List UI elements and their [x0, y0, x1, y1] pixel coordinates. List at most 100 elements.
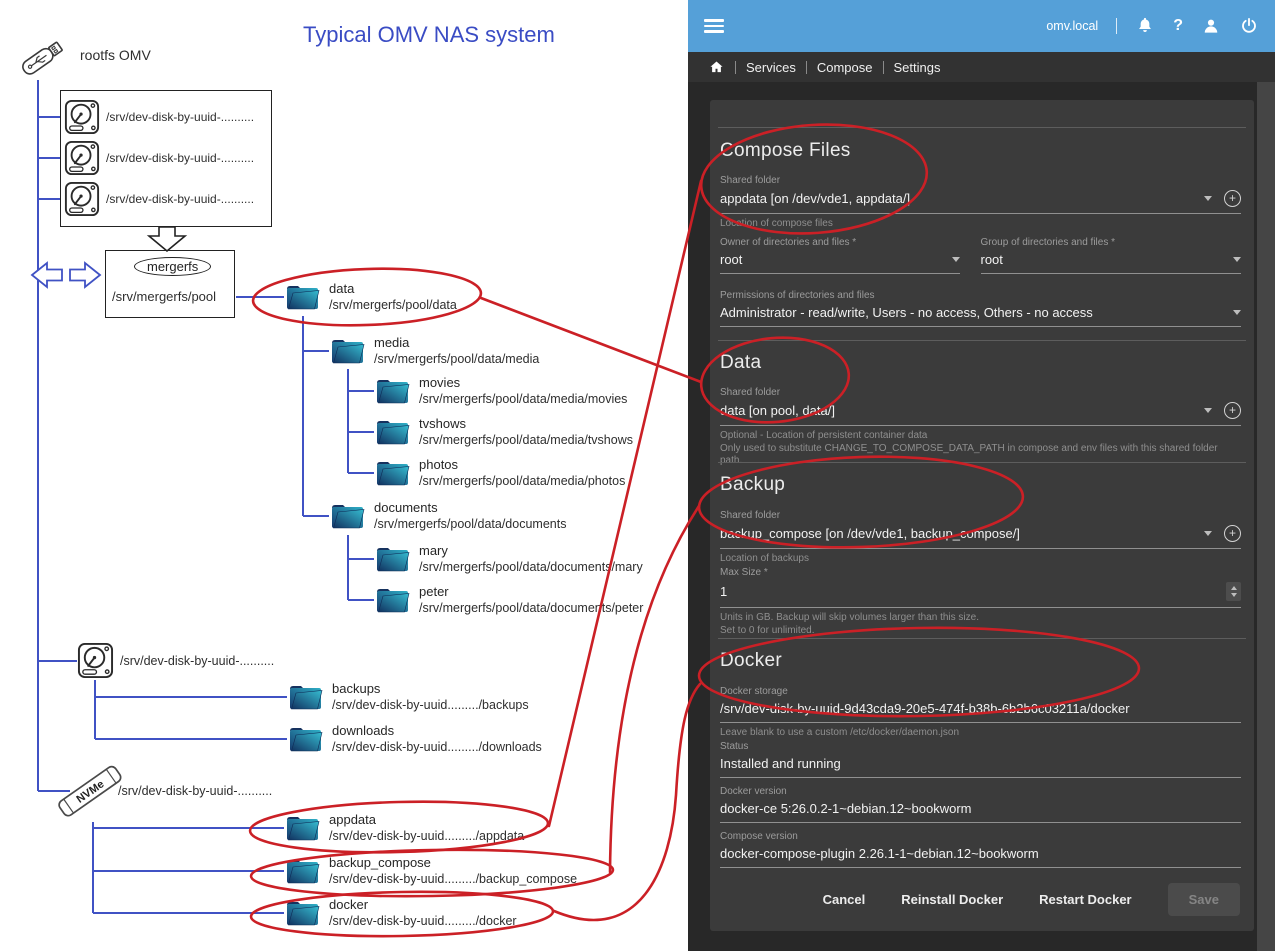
folder-icon — [285, 813, 321, 843]
scrollbar[interactable] — [1257, 82, 1275, 951]
folder-icon — [285, 898, 321, 928]
breadcrumb-services[interactable]: Services — [746, 60, 796, 75]
disk-path: /srv/dev-disk-by-uuid-.......... — [120, 654, 274, 668]
breadcrumb-separator — [806, 61, 807, 74]
field-value: 1 — [720, 584, 1216, 599]
hdd-icon — [64, 99, 100, 135]
stepper-up-icon[interactable] — [1231, 586, 1237, 590]
cancel-button[interactable]: Cancel — [823, 892, 866, 907]
hdd-icon — [77, 642, 114, 679]
field-value: data [on pool, data/] — [720, 403, 1194, 418]
disk-path: /srv/dev-disk-by-uuid-.......... — [106, 151, 254, 165]
folder-icon — [288, 682, 324, 712]
breadcrumb: Services Compose Settings — [688, 52, 1275, 82]
section-docker: Docker Docker storage /srv/dev-disk-by-u… — [720, 650, 1241, 868]
field-value: backup_compose [on /dev/vde1, backup_com… — [720, 526, 1194, 541]
chevron-down-icon — [952, 257, 960, 262]
folder-row-movies: movies /srv/mergerfs/pool/data/media/mov… — [375, 375, 627, 407]
folder-row-docker: docker /srv/dev-disk-by-uuid........./do… — [285, 897, 517, 929]
chevron-down-icon — [1233, 257, 1241, 262]
folder-row-peter: peter /srv/mergerfs/pool/data/documents/… — [375, 584, 643, 616]
restart-docker-button[interactable]: Restart Docker — [1039, 892, 1132, 907]
save-button[interactable]: Save — [1168, 883, 1240, 916]
shared-folder-select[interactable]: appdata [on /dev/vde1, appdata/] + — [720, 187, 1241, 214]
field-label: Shared folder — [720, 175, 1241, 187]
folder-row-appdata: appdata /srv/dev-disk-by-uuid........./a… — [285, 812, 524, 844]
owner-select[interactable]: root — [720, 249, 960, 274]
divider — [718, 127, 1246, 128]
breadcrumb-separator — [883, 61, 884, 74]
user-icon[interactable] — [1201, 16, 1221, 36]
field-value: docker-ce 5:26.0.2-1~debian.12~bookworm — [720, 801, 1241, 816]
rootfs-label: rootfs OMV — [80, 47, 151, 63]
field-value: appdata [on /dev/vde1, appdata/] — [720, 191, 1194, 206]
footer-actions: Cancel Reinstall Docker Restart Docker S… — [823, 883, 1240, 916]
section-data: Data Shared folder data [on pool, data/]… — [720, 352, 1241, 467]
folder-row-downloads: downloads /srv/dev-disk-by-uuid.........… — [288, 723, 542, 755]
folder-row-media: media /srv/mergerfs/pool/data/media — [330, 335, 539, 367]
disk-path: /srv/dev-disk-by-uuid-.......... — [106, 110, 254, 124]
field-label: Group of directories and files * — [981, 237, 1242, 249]
folder-icon — [285, 282, 321, 312]
field-label: Shared folder — [720, 510, 1241, 522]
section-compose-files: Compose Files Shared folder appdata [on … — [720, 140, 1241, 327]
arrows-left-right-icon — [30, 258, 102, 292]
omv-webui-panel: omv.local ? Services Compose — [688, 0, 1275, 951]
breadcrumb-settings[interactable]: Settings — [894, 60, 941, 75]
stepper-down-icon[interactable] — [1231, 593, 1237, 597]
backup-shared-folder-select[interactable]: backup_compose [on /dev/vde1, backup_com… — [720, 522, 1241, 549]
folder-row-photos: photos /srv/mergerfs/pool/data/media/pho… — [375, 457, 625, 489]
hdd-icon — [64, 140, 100, 176]
divider — [718, 638, 1246, 639]
field-label: Compose version — [720, 831, 1241, 843]
docker-status: Installed and running — [720, 753, 1241, 778]
max-size-input[interactable]: 1 — [720, 579, 1241, 608]
field-label: Max Size * — [720, 567, 1241, 579]
folder-icon — [330, 336, 366, 366]
reinstall-docker-button[interactable]: Reinstall Docker — [901, 892, 1003, 907]
divider — [718, 340, 1246, 341]
folder-icon — [285, 856, 321, 886]
folder-row-backup-compose: backup_compose /srv/dev-disk-by-uuid....… — [285, 855, 577, 887]
field-hint: Set to 0 for unlimited. — [720, 625, 1241, 637]
help-icon[interactable]: ? — [1173, 16, 1183, 36]
bell-icon[interactable] — [1135, 16, 1155, 36]
add-icon[interactable]: + — [1224, 190, 1241, 207]
arrow-down-icon — [146, 226, 190, 252]
add-icon[interactable]: + — [1224, 402, 1241, 419]
folder-icon — [375, 585, 411, 615]
disk-path: /srv/dev-disk-by-uuid-.......... — [106, 192, 254, 206]
mergerfs-path: /srv/mergerfs/pool — [112, 289, 216, 304]
home-icon[interactable] — [708, 59, 725, 76]
diagram-title: Typical OMV NAS system — [303, 22, 555, 48]
folder-icon — [288, 724, 324, 754]
folder-icon — [375, 458, 411, 488]
section-heading: Compose Files — [720, 140, 1241, 162]
folder-icon — [375, 417, 411, 447]
folder-row-data: data /srv/mergerfs/pool/data — [285, 281, 457, 313]
folder-icon — [330, 501, 366, 531]
number-stepper[interactable] — [1226, 582, 1241, 601]
add-icon[interactable]: + — [1224, 525, 1241, 542]
field-value: /srv/dev-disk-by-uuid-9d43cda9-20e5-474f… — [720, 701, 1241, 716]
data-shared-folder-select[interactable]: data [on pool, data/] + — [720, 399, 1241, 426]
docker-storage-input[interactable]: /srv/dev-disk-by-uuid-9d43cda9-20e5-474f… — [720, 698, 1241, 723]
divider — [1116, 18, 1117, 34]
field-label: Owner of directories and files * — [720, 237, 960, 249]
folder-row-backups: backups /srv/dev-disk-by-uuid........./b… — [288, 681, 529, 713]
field-label: Docker storage — [720, 686, 1241, 698]
chevron-down-icon — [1204, 531, 1212, 536]
breadcrumb-compose[interactable]: Compose — [817, 60, 873, 75]
power-icon[interactable] — [1239, 16, 1259, 36]
group-select[interactable]: root — [981, 249, 1242, 274]
chevron-down-icon — [1233, 310, 1241, 315]
hostname: omv.local — [1046, 19, 1098, 33]
compose-version: docker-compose-plugin 2.26.1-1~debian.12… — [720, 843, 1241, 868]
field-hint: Location of compose files — [720, 218, 1241, 230]
menu-icon[interactable] — [704, 19, 724, 33]
disk-path: /srv/dev-disk-by-uuid-.......... — [118, 784, 272, 798]
usb-stick-icon — [14, 28, 74, 86]
breadcrumb-separator — [735, 61, 736, 74]
docker-version: docker-ce 5:26.0.2-1~debian.12~bookworm — [720, 798, 1241, 823]
permissions-select[interactable]: Administrator - read/write, Users - no a… — [720, 302, 1241, 327]
